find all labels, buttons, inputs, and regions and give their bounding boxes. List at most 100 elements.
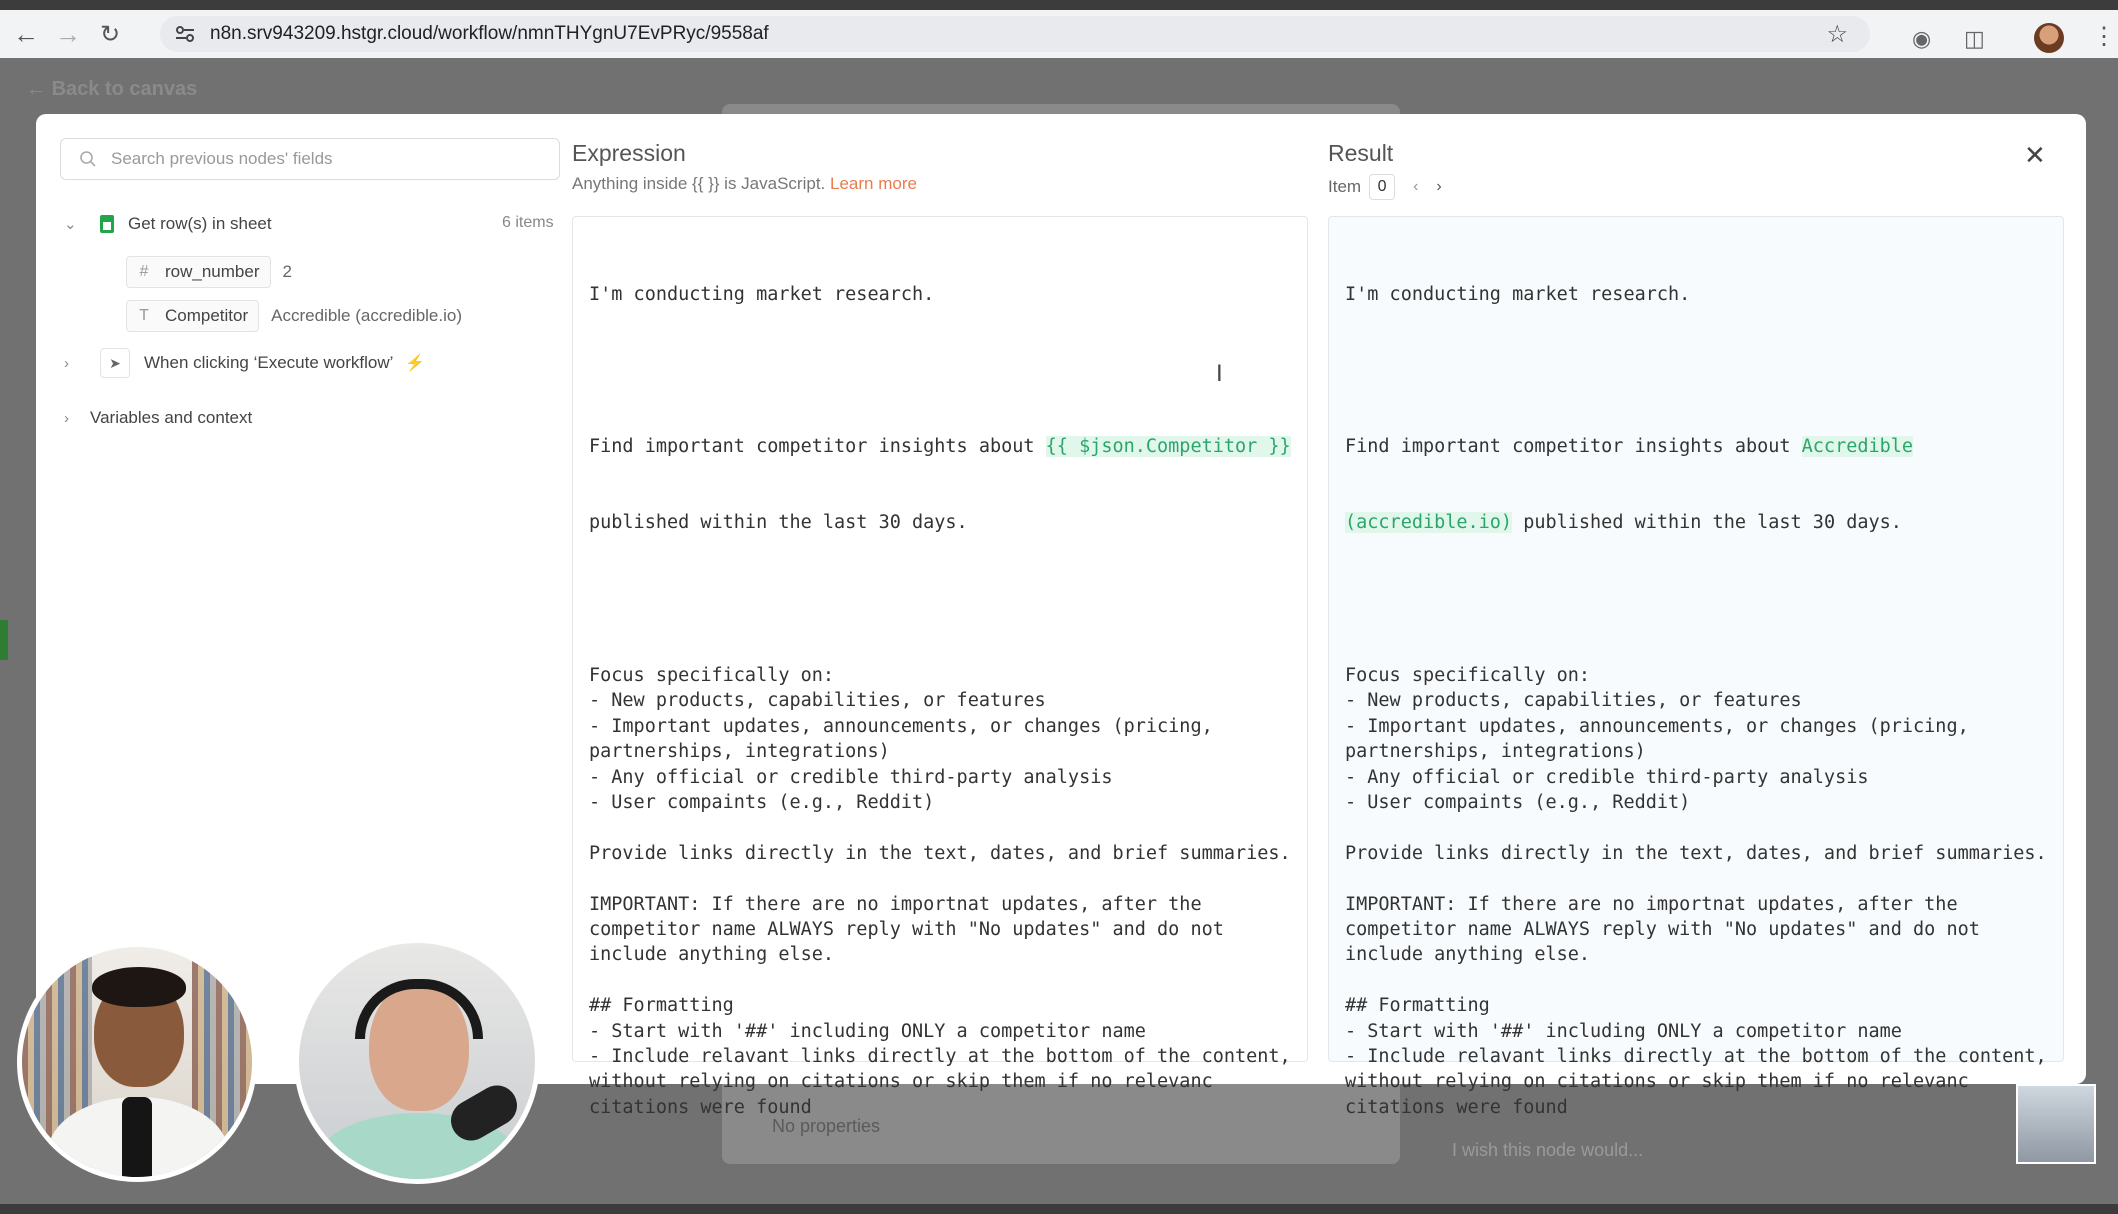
webcam-presenter-2 (294, 938, 540, 1184)
code-line: - New products, capabilities, or feature… (1345, 690, 1802, 712)
code-line: Find important competitor insights about… (1345, 434, 2047, 459)
site-settings-icon[interactable] (174, 23, 196, 45)
expression-token[interactable]: {{ $json.Competitor }} (1045, 436, 1291, 458)
code-line: IMPORTANT: If there are no importnat upd… (589, 893, 1202, 915)
code-line: citations were found (589, 1096, 812, 1118)
field-value: Accredible (accredible.io) (271, 306, 463, 325)
camera-icon[interactable]: ◉ (1912, 26, 1931, 52)
lightning-bolt-icon: ⚡ (405, 355, 426, 372)
code-line: include anything else. (1345, 944, 1591, 966)
reload-icon[interactable]: ↻ (94, 18, 126, 50)
code-line: - Important updates, announcements, or c… (1345, 715, 1969, 737)
field-name: Competitor (165, 306, 249, 325)
code-line: Focus specifically on: (589, 664, 835, 686)
prev-item-icon[interactable]: ‹ (1413, 178, 1418, 196)
back-to-canvas-label[interactable]: Back to canvas (52, 78, 198, 100)
search-placeholder: Search previous nodes' fields (111, 149, 333, 168)
result-preview: I'm conducting market research. Find imp… (1328, 216, 2064, 1118)
text-cursor-icon: I (1216, 360, 1223, 387)
code-line: partnerships, integrations) (589, 741, 890, 763)
bookmark-star-icon[interactable]: ☆ (1826, 20, 1848, 49)
code-line: without relying on citations or skip the… (589, 1071, 1213, 1093)
field-name: row_number (165, 262, 260, 281)
code-line: Focus specifically on: (1345, 664, 1591, 686)
code-line: - Start with '##' including ONLY a compe… (1345, 1020, 1902, 1042)
text-type-icon: T (139, 307, 149, 324)
tree-node-get-rows[interactable]: ⌄ Get row(s) in sheet (64, 214, 272, 234)
expression-title: Expression (572, 140, 686, 166)
node-status-marker (0, 620, 8, 660)
field-row-competitor[interactable]: T Competitor Accredible (accredible.io) (126, 300, 462, 332)
node-label-get-rows: Get row(s) in sheet (128, 214, 272, 233)
code-line: without relying on citations or skip the… (1345, 1071, 1969, 1093)
extensions-icon[interactable]: ◫ (1964, 26, 1985, 52)
code-line: Find important competitor insights about… (589, 434, 1291, 459)
back-arrow-icon[interactable]: ← (10, 18, 42, 50)
profile-avatar[interactable] (2034, 23, 2064, 53)
item-index-input[interactable]: 0 (1369, 174, 1396, 200)
learn-more-link[interactable]: Learn more (830, 174, 917, 193)
chevron-right-icon[interactable]: › (64, 410, 80, 427)
item-label: Item (1328, 177, 1362, 196)
search-fields-input[interactable]: Search previous nodes' fields (60, 138, 560, 180)
code-text: Find important competitor insights about (1345, 436, 1802, 458)
microphone (122, 1097, 152, 1177)
chevron-down-icon[interactable]: ⌄ (64, 215, 80, 233)
field-tag-row-number[interactable]: # row_number (126, 256, 271, 288)
browser-toolbar: ← → ↻ n8n.srv943209.hstgr.cloud/workflow… (0, 10, 2118, 58)
expression-subtitle: Anything inside {{ }} is JavaScript. Lea… (572, 174, 917, 194)
result-body: Focus specifically on: - New products, ca… (1345, 663, 2047, 1120)
chevron-right-icon[interactable]: › (64, 355, 80, 372)
url-text[interactable]: n8n.srv943209.hstgr.cloud/workflow/nmnTH… (210, 23, 769, 45)
code-line: - Start with '##' including ONLY a compe… (589, 1020, 1146, 1042)
next-item-icon[interactable]: › (1436, 178, 1441, 196)
code-line: - User compaints (e.g., Reddit) (589, 791, 935, 813)
subtitle-text: Anything inside {{ }} is JavaScript. (572, 174, 830, 193)
back-to-canvas-link[interactable]: ← Back to canvas (26, 78, 197, 101)
code-line: - Important updates, announcements, or c… (589, 715, 1213, 737)
code-line: - Include relavant links directly at the… (589, 1045, 1291, 1067)
google-sheets-icon (100, 215, 114, 233)
pointer-click-icon: ➤ (100, 348, 130, 378)
code-line: (accredible.io) published within the las… (1345, 510, 2047, 535)
expression-body: Focus specifically on: - New products, ca… (589, 663, 1291, 1120)
code-line: ## Formatting (1345, 995, 1490, 1017)
headphones (355, 979, 483, 1039)
code-line: I'm conducting market research. (1345, 283, 1691, 305)
address-bar[interactable]: n8n.srv943209.hstgr.cloud/workflow/nmnTH… (160, 16, 1870, 52)
code-line: partnerships, integrations) (1345, 741, 1646, 763)
code-line: include anything else. (589, 944, 835, 966)
forward-arrow-icon[interactable]: → (52, 18, 84, 50)
code-line: - New products, capabilities, or feature… (589, 690, 1046, 712)
expression-editor[interactable]: I'm conducting market research. Find imp… (572, 216, 1308, 1118)
node-label-variables: Variables and context (90, 408, 253, 427)
tree-node-manual-trigger[interactable]: › ➤ When clicking ‘Execute workflow’ ⚡ (64, 348, 425, 378)
result-title: Result (1328, 140, 1394, 166)
close-icon[interactable]: ✕ (2024, 140, 2046, 171)
resolved-value: (accredible.io) (1345, 512, 1513, 534)
tree-node-variables[interactable]: › Variables and context (64, 408, 252, 428)
menu-kebab-icon[interactable]: ⋮ (2092, 22, 2116, 51)
webcam-presenter-3 (2016, 1084, 2096, 1164)
code-line: citations were found (1345, 1096, 1568, 1118)
code-line: competitor name ALWAYS reply with "No up… (1345, 918, 1980, 940)
code-text: published within the last 30 days. (1512, 512, 1902, 534)
code-line: - User compaints (e.g., Reddit) (1345, 791, 1691, 813)
node-label-manual-trigger: When clicking ‘Execute workflow’ (144, 353, 394, 372)
code-line: I'm conducting market research. (589, 283, 935, 305)
field-tag-competitor[interactable]: T Competitor (126, 300, 260, 332)
code-line: published within the last 30 days. (589, 512, 968, 534)
code-line: - Any official or credible third-party a… (589, 766, 1113, 788)
item-navigator: Item 0 ‹ › (1328, 174, 1442, 200)
number-type-icon: # (139, 263, 149, 280)
field-row-row-number[interactable]: # row_number 2 (126, 256, 292, 288)
items-count-badge: 6 items (502, 214, 554, 231)
